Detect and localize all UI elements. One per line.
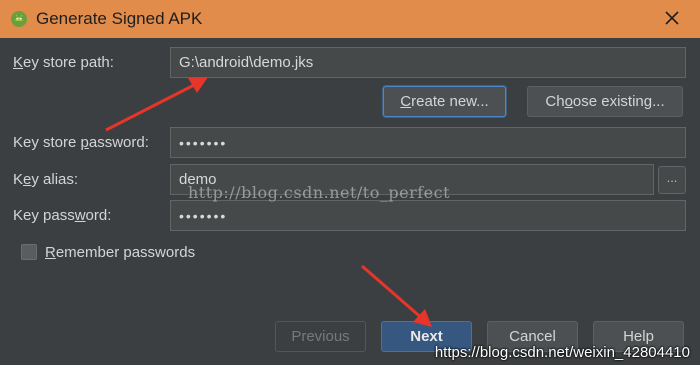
key-alias-label: Key alias:	[13, 171, 79, 188]
arrow-to-path-field	[105, 77, 208, 132]
remember-passwords-checkbox[interactable]	[21, 244, 37, 260]
corner-watermark: https://blog.csdn.net/weixin_42804410	[434, 344, 690, 361]
previous-button[interactable]: Previous	[275, 321, 366, 352]
key-password-field[interactable]: •••••••	[170, 200, 686, 231]
key-store-password-field[interactable]: •••••••	[170, 127, 686, 158]
title-bar: Generate Signed APK	[0, 0, 700, 38]
create-new-button[interactable]: Create new...	[383, 86, 506, 117]
center-watermark: http://blog.csdn.net/to_perfect	[188, 183, 450, 202]
browse-alias-button[interactable]: ...	[658, 166, 686, 194]
android-studio-icon	[11, 11, 27, 27]
key-password-label: Key password:	[13, 207, 112, 224]
window-title: Generate Signed APK	[36, 9, 203, 28]
key-store-password-label: Key store password:	[13, 134, 149, 151]
arrow-to-next-button	[361, 264, 432, 327]
key-store-path-field[interactable]: G:\android\demo.jks	[170, 47, 686, 78]
choose-existing-button[interactable]: Choose existing...	[527, 86, 683, 117]
close-icon[interactable]	[662, 8, 682, 28]
key-store-path-label: Key store path:	[13, 54, 114, 71]
remember-passwords-label[interactable]: Remember passwords	[45, 244, 195, 261]
